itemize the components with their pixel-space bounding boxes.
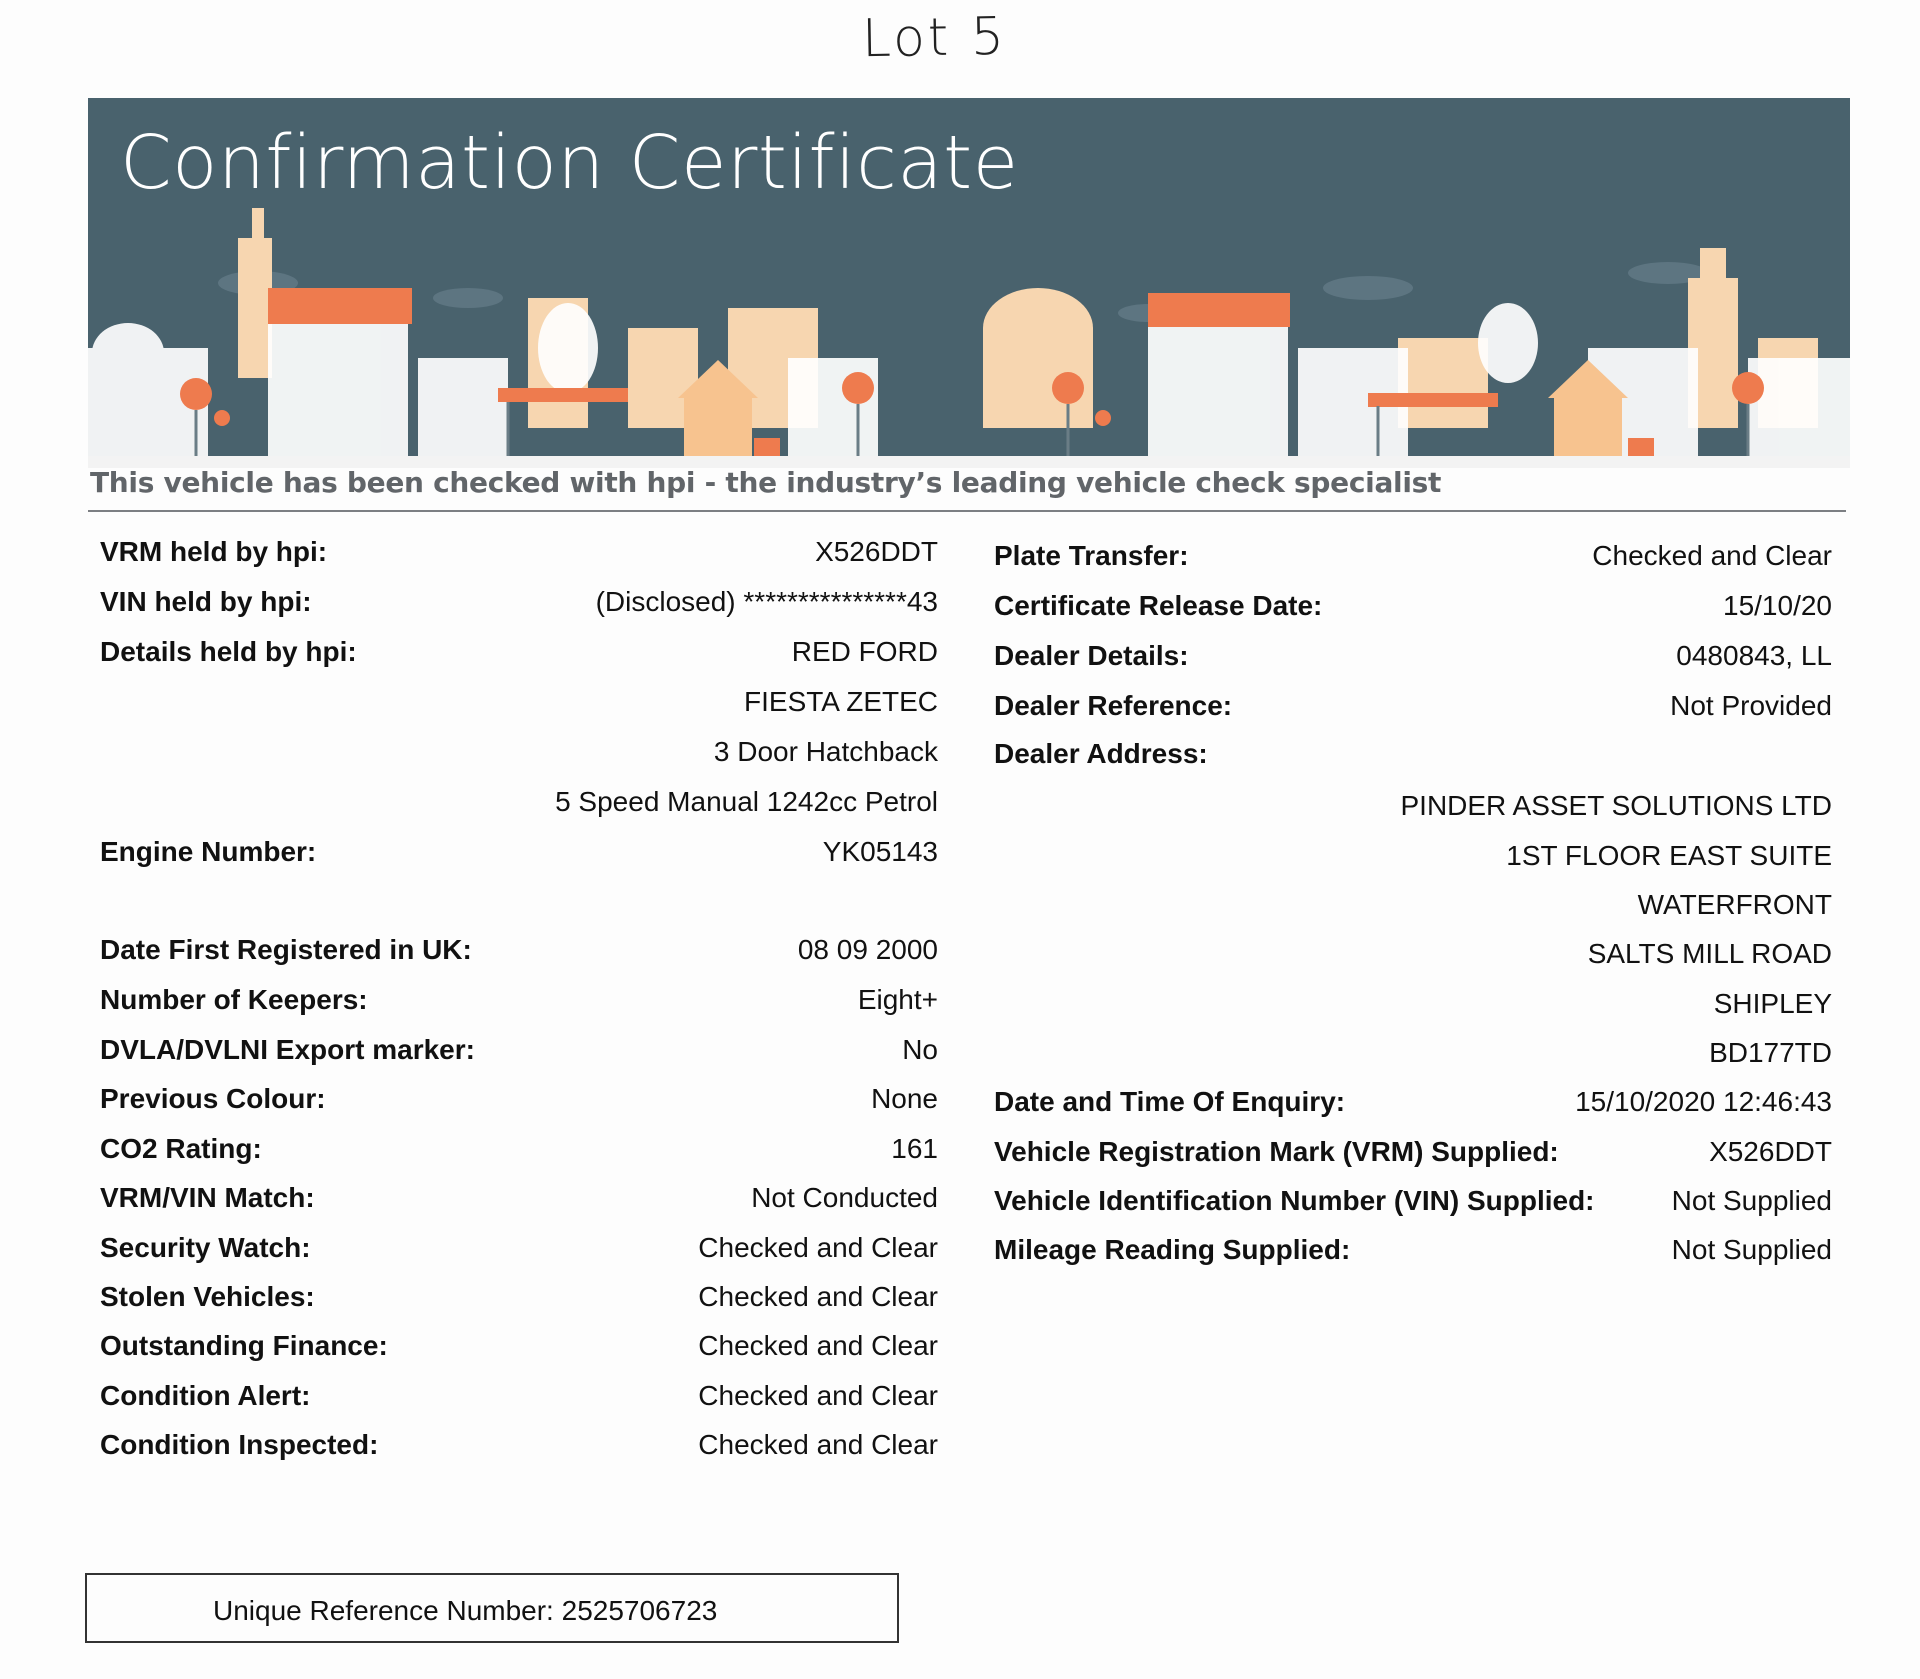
- vrm-row: VRM held by hpi: X526DDT: [100, 536, 938, 576]
- dealer-address-text: PINDER ASSET SOLUTIONS LTD: [1400, 790, 1832, 821]
- dealer-address-text: BD177TD: [1709, 1037, 1832, 1068]
- vrm-label: VRM held by hpi:: [100, 536, 328, 567]
- release-date-label: Certificate Release Date:: [994, 590, 1323, 621]
- vin-row: VIN held by hpi: (Disclosed) ***********…: [100, 586, 938, 626]
- export-marker-value: No: [902, 1034, 938, 1065]
- stolen-vehicles-value: Checked and Clear: [698, 1281, 938, 1312]
- previous-colour-value: None: [871, 1083, 938, 1114]
- keepers-row: Number of Keepers: Eight+: [100, 984, 938, 1024]
- details-line: 3 Door Hatchback: [713, 736, 938, 767]
- dealer-details-row: Dealer Details: 0480843, LL: [994, 640, 1832, 680]
- dealer-address-text: 1ST FLOOR EAST SUITE: [1506, 840, 1832, 871]
- divider: [88, 510, 1846, 512]
- dealer-address-line: 1ST FLOOR EAST SUITE: [994, 840, 1832, 880]
- dealer-details-label: Dealer Details:: [994, 640, 1189, 671]
- dealer-address-line: SHIPLEY: [994, 988, 1832, 1028]
- enquiry-datetime-label: Date and Time Of Enquiry:: [994, 1086, 1346, 1117]
- dealer-reference-value: Not Provided: [1670, 690, 1832, 721]
- details-label: Details held by hpi:: [100, 636, 357, 667]
- condition-alert-row: Condition Alert: Checked and Clear: [100, 1380, 938, 1420]
- dealer-address-line: PINDER ASSET SOLUTIONS LTD: [994, 790, 1832, 830]
- handwritten-lot-note: Lot 5: [861, 6, 1008, 70]
- condition-inspected-row: Condition Inspected: Checked and Clear: [100, 1429, 938, 1469]
- vin-supplied-row: Vehicle Identification Number (VIN) Supp…: [994, 1185, 1832, 1225]
- first-registered-label: Date First Registered in UK:: [100, 934, 472, 965]
- plate-transfer-value: Checked and Clear: [1592, 540, 1832, 571]
- stolen-vehicles-label: Stolen Vehicles:: [100, 1281, 315, 1312]
- details-row: 5 Speed Manual 1242cc Petrol: [100, 786, 938, 826]
- previous-colour-row: Previous Colour: None: [100, 1083, 938, 1123]
- stolen-vehicles-row: Stolen Vehicles: Checked and Clear: [100, 1281, 938, 1321]
- unique-reference-number: Unique Reference Number: 2525706723: [213, 1595, 718, 1626]
- details-line: 5 Speed Manual 1242cc Petrol: [555, 786, 938, 817]
- co2-value: 161: [891, 1133, 938, 1164]
- details-row: FIESTA ZETEC: [100, 686, 938, 726]
- vrm-vin-match-value: Not Conducted: [751, 1182, 938, 1213]
- engine-label: Engine Number:: [100, 836, 317, 867]
- co2-row: CO2 Rating: 161: [100, 1133, 938, 1173]
- enquiry-datetime-row: Date and Time Of Enquiry: 15/10/2020 12:…: [994, 1086, 1832, 1126]
- plate-transfer-row: Plate Transfer: Checked and Clear: [994, 540, 1832, 580]
- engine-row: Engine Number: YK05143: [100, 836, 938, 876]
- vrm-vin-match-row: VRM/VIN Match: Not Conducted: [100, 1182, 938, 1222]
- unique-reference-box: Unique Reference Number: 2525706723: [85, 1573, 899, 1643]
- vin-supplied-label: Vehicle Identification Number (VIN) Supp…: [994, 1185, 1595, 1216]
- first-registered-value: 08 09 2000: [797, 934, 938, 965]
- details-row: Details held by hpi: RED FORD: [100, 636, 938, 676]
- dealer-address-text: WATERFRONT: [1637, 889, 1832, 920]
- hpi-tagline: This vehicle has been checked with hpi -…: [90, 466, 1442, 499]
- dealer-address-text: SALTS MILL ROAD: [1587, 938, 1832, 969]
- dealer-address-line: BD177TD: [994, 1037, 1832, 1077]
- condition-inspected-value: Checked and Clear: [698, 1429, 938, 1460]
- details-line: RED FORD: [791, 636, 938, 667]
- dealer-address-text: SHIPLEY: [1713, 988, 1832, 1019]
- mileage-supplied-value: Not Supplied: [1671, 1234, 1832, 1265]
- previous-colour-label: Previous Colour:: [100, 1083, 326, 1114]
- export-marker-label: DVLA/DVLNI Export marker:: [100, 1034, 475, 1065]
- outstanding-finance-value: Checked and Clear: [698, 1330, 938, 1361]
- co2-label: CO2 Rating:: [100, 1133, 262, 1164]
- vin-supplied-value: Not Supplied: [1671, 1185, 1832, 1216]
- mileage-supplied-row: Mileage Reading Supplied: Not Supplied: [994, 1234, 1832, 1274]
- condition-alert-label: Condition Alert:: [100, 1380, 311, 1411]
- security-watch-row: Security Watch: Checked and Clear: [100, 1232, 938, 1272]
- outstanding-finance-label: Outstanding Finance:: [100, 1330, 388, 1361]
- vin-value: (Disclosed) ***************43: [595, 586, 938, 617]
- details-line: FIESTA ZETEC: [744, 686, 938, 717]
- certificate-banner: Confirmation Certificate: [88, 98, 1850, 468]
- vrm-value: X526DDT: [815, 536, 938, 567]
- certificate-title: Confirmation Certificate: [120, 120, 1019, 206]
- dealer-reference-label: Dealer Reference:: [994, 690, 1233, 721]
- vin-label: VIN held by hpi:: [100, 586, 312, 617]
- dealer-reference-row: Dealer Reference: Not Provided: [994, 690, 1832, 730]
- dealer-details-value: 0480843, LL: [1676, 640, 1832, 671]
- mileage-supplied-label: Mileage Reading Supplied:: [994, 1234, 1351, 1265]
- first-registered-row: Date First Registered in UK: 08 09 2000: [100, 934, 938, 974]
- security-watch-value: Checked and Clear: [698, 1232, 938, 1263]
- condition-inspected-label: Condition Inspected:: [100, 1429, 379, 1460]
- condition-alert-value: Checked and Clear: [698, 1380, 938, 1411]
- dealer-address-label: Dealer Address:: [994, 738, 1208, 769]
- export-marker-row: DVLA/DVLNI Export marker: No: [100, 1034, 938, 1074]
- dealer-address-row: Dealer Address:: [994, 738, 1832, 778]
- release-date-value: 15/10/20: [1723, 590, 1832, 621]
- vrm-supplied-value: X526DDT: [1709, 1136, 1832, 1167]
- outstanding-finance-row: Outstanding Finance: Checked and Clear: [100, 1330, 938, 1370]
- security-watch-label: Security Watch:: [100, 1232, 311, 1263]
- enquiry-datetime-value: 15/10/2020 12:46:43: [1575, 1086, 1832, 1117]
- keepers-value: Eight+: [857, 984, 938, 1015]
- vrm-supplied-row: Vehicle Registration Mark (VRM) Supplied…: [994, 1136, 1832, 1176]
- keepers-label: Number of Keepers:: [100, 984, 368, 1015]
- details-row: 3 Door Hatchback: [100, 736, 938, 776]
- engine-value: YK05143: [822, 836, 938, 867]
- dealer-address-line: SALTS MILL ROAD: [994, 938, 1832, 978]
- vrm-supplied-label: Vehicle Registration Mark (VRM) Supplied…: [994, 1136, 1559, 1167]
- release-date-row: Certificate Release Date: 15/10/20: [994, 590, 1832, 630]
- vrm-vin-match-label: VRM/VIN Match:: [100, 1182, 315, 1213]
- dealer-address-line: WATERFRONT: [994, 889, 1832, 929]
- plate-transfer-label: Plate Transfer:: [994, 540, 1189, 571]
